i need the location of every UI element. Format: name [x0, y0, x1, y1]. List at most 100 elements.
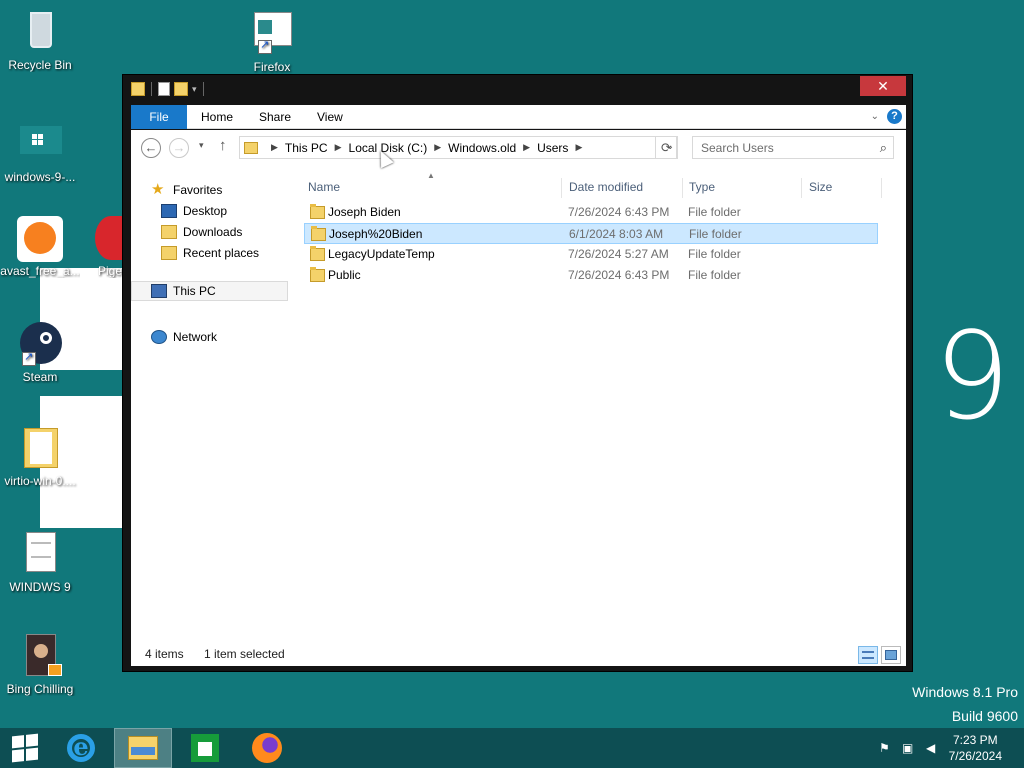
- shortcut-arrow-icon: [258, 38, 272, 54]
- tab-file[interactable]: File: [131, 105, 187, 129]
- desktop-icon-windows-9[interactable]: windows-9-...: [0, 120, 80, 184]
- os-build: Build 9600: [951, 708, 1018, 724]
- shortcut-arrow-icon: [22, 350, 36, 366]
- desktop-icon-label: virtio-win-0....: [4, 474, 76, 488]
- desktop-icon-firefox[interactable]: Firefox: [232, 10, 312, 74]
- file-type: File folder: [688, 247, 741, 261]
- folder-icon: [244, 141, 258, 154]
- folder-icon: [131, 82, 145, 96]
- desktop-icon-label: Pige: [97, 264, 122, 278]
- desktop-icon-bing-chilling[interactable]: Bing Chilling: [0, 632, 80, 696]
- large-icons-view-button[interactable]: [881, 646, 901, 664]
- tab-home[interactable]: Home: [189, 105, 245, 129]
- nav-label: Recent places: [183, 246, 260, 260]
- nav-item-desktop[interactable]: Desktop: [161, 201, 227, 221]
- column-header-date-modified[interactable]: Date modified: [569, 180, 643, 194]
- file-name: Joseph%20Biden: [329, 227, 423, 241]
- table-row[interactable]: Joseph%20Biden 6/1/2024 8:03 AM File fol…: [304, 223, 878, 244]
- file-name: Public: [328, 268, 361, 282]
- avast-icon: [16, 214, 64, 262]
- forward-button[interactable]: →: [169, 138, 189, 158]
- desktop-icon-label: WINDWS 9: [9, 580, 71, 594]
- desktop-icon-recycle-bin[interactable]: Recycle Bin: [0, 8, 80, 72]
- explorer-content: ← → ▾ ↑ ▶ This PC ▶ Local Disk (C:) ▶ Wi…: [131, 130, 906, 666]
- expand-ribbon-chevron-icon[interactable]: ⌄: [871, 111, 879, 122]
- nav-label: Favorites: [173, 183, 223, 197]
- new-folder-icon[interactable]: [174, 82, 188, 96]
- desktop-icon-steam[interactable]: Steam: [0, 320, 80, 384]
- tab-share[interactable]: Share: [247, 105, 303, 129]
- table-row[interactable]: Joseph Biden 7/26/2024 6:43 PM File fold…: [304, 202, 878, 223]
- column-header-type[interactable]: Type: [689, 180, 715, 194]
- clock[interactable]: 7:23 PM 7/26/2024: [949, 732, 1002, 764]
- refresh-button[interactable]: ⟳: [655, 136, 678, 159]
- store-icon: [191, 734, 219, 762]
- close-button[interactable]: ✕: [860, 76, 906, 96]
- nav-item-network[interactable]: Network: [151, 327, 217, 347]
- search-icon[interactable]: ⌕: [880, 140, 887, 156]
- clock-time: 7:23 PM: [952, 733, 998, 747]
- breadcrumb-users[interactable]: Users: [537, 141, 568, 155]
- up-arrow-icon[interactable]: ↑: [219, 137, 227, 154]
- file-explorer-window: ▾ ✕ File Home Share View ⌄ ? ← → ▾ ↑ ▶ T…: [122, 74, 913, 672]
- recent-locations-chevron-icon[interactable]: ▾: [199, 140, 204, 151]
- help-icon[interactable]: ?: [887, 109, 902, 124]
- taskbar-file-explorer[interactable]: [114, 728, 172, 768]
- chevron-right-icon[interactable]: ▶: [434, 142, 441, 153]
- desktop-icon-windws-9[interactable]: WINDWS 9: [0, 530, 80, 594]
- breadcrumb: ▶ This PC ▶ Local Disk (C:) ▶ Windows.ol…: [264, 141, 589, 155]
- windows-logo-icon: [16, 120, 64, 168]
- nav-label: Downloads: [183, 225, 243, 239]
- nav-item-downloads[interactable]: Downloads: [161, 222, 242, 242]
- file-type: File folder: [689, 227, 742, 241]
- desktop-icon: [161, 204, 177, 218]
- start-button[interactable]: [0, 728, 50, 768]
- taskbar-internet-explorer[interactable]: e: [52, 728, 110, 768]
- large-icons-view-icon: [885, 650, 897, 660]
- properties-icon[interactable]: [158, 82, 170, 96]
- address-bar[interactable]: ▶ This PC ▶ Local Disk (C:) ▶ Windows.ol…: [239, 136, 677, 159]
- folder-icon: [310, 267, 325, 282]
- file-explorer-icon: [128, 736, 158, 760]
- network-icon[interactable]: ▣: [902, 741, 918, 755]
- nav-item-favorites[interactable]: ★ Favorites: [151, 180, 222, 200]
- nav-item-this-pc[interactable]: This PC: [131, 281, 288, 301]
- recycle-bin-icon: [16, 8, 64, 56]
- desktop-icon-label: windows-9-...: [4, 170, 76, 184]
- details-view-button[interactable]: [858, 646, 878, 664]
- file-date: 7/26/2024 6:43 PM: [568, 268, 670, 282]
- taskbar-store[interactable]: [176, 728, 234, 768]
- desktop-icon-pige[interactable]: Pige: [76, 214, 127, 278]
- taskbar-firefox[interactable]: [238, 728, 296, 768]
- os-edition: Windows 8.1 Pro: [912, 684, 1018, 700]
- status-bar: 4 items 1 item selected: [131, 642, 906, 666]
- video-file-icon: [16, 632, 64, 680]
- search-input[interactable]: [701, 138, 873, 158]
- column-header-size[interactable]: Size: [809, 180, 832, 194]
- back-button[interactable]: ←: [141, 138, 161, 158]
- search-box: ⌕: [692, 136, 894, 159]
- title-bar[interactable]: ▾ ✕: [123, 75, 912, 105]
- table-row[interactable]: Public 7/26/2024 6:43 PM File folder: [304, 265, 878, 286]
- breadcrumb-windows-old[interactable]: Windows.old: [448, 141, 516, 155]
- action-center-flag-icon[interactable]: ⚑: [879, 741, 895, 755]
- recent-places-icon: [161, 246, 177, 260]
- file-date: 6/1/2024 8:03 AM: [569, 227, 664, 241]
- desktop-icon-virtio-win[interactable]: virtio-win-0....: [0, 424, 80, 488]
- table-row[interactable]: LegacyUpdateTemp 7/26/2024 5:27 AM File …: [304, 244, 878, 265]
- chevron-right-icon[interactable]: ▶: [271, 142, 278, 153]
- chevron-right-icon[interactable]: ▶: [523, 142, 530, 153]
- folder-icon: [16, 424, 64, 472]
- chevron-right-icon[interactable]: ▶: [575, 142, 582, 153]
- wallpaper-digit: 9: [934, 308, 1011, 447]
- tab-view[interactable]: View: [305, 105, 355, 129]
- volume-muted-icon[interactable]: ◀: [926, 741, 942, 755]
- desktop-icon-avast[interactable]: avast_free_a...: [0, 214, 80, 278]
- breadcrumb-this-pc[interactable]: This PC: [285, 141, 328, 155]
- nav-item-recent-places[interactable]: Recent places: [161, 243, 259, 263]
- column-header-name[interactable]: Name: [308, 180, 340, 194]
- chevron-right-icon[interactable]: ▶: [335, 142, 342, 153]
- windows-logo-icon: [12, 733, 38, 763]
- customize-toolbar-chevron-icon[interactable]: ▾: [192, 84, 197, 95]
- pige-icon: [79, 214, 127, 262]
